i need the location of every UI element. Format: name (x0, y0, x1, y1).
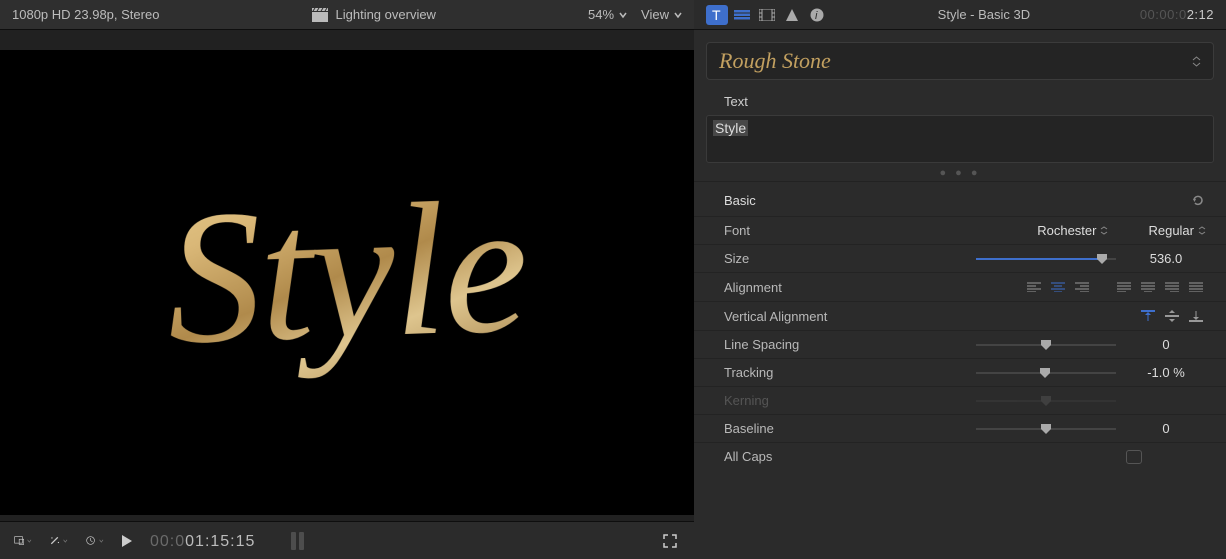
generator-tab[interactable] (731, 5, 753, 25)
valign-top-button[interactable] (1138, 308, 1158, 324)
align-right-button[interactable] (1072, 279, 1092, 295)
slider-knob-icon (1096, 254, 1108, 264)
size-value[interactable]: 536.0 (1126, 251, 1206, 266)
tracking-slider[interactable] (976, 366, 1116, 380)
clip-name-dropdown[interactable]: Lighting overview (312, 7, 436, 22)
font-row: Font Rochester Regular (694, 216, 1226, 244)
baseline-slider[interactable] (976, 422, 1116, 436)
valign-row: Vertical Alignment (694, 301, 1226, 330)
inspector-timecode: 00:00:02:12 (1140, 7, 1214, 23)
audio-meter-icon[interactable] (291, 532, 304, 550)
view-label: View (641, 7, 669, 22)
tracking-label: Tracking (724, 365, 864, 380)
align-center-button[interactable] (1048, 279, 1068, 295)
text-section-label: Text (694, 88, 1226, 113)
stepper-icon (1192, 56, 1201, 67)
font-family-value: Rochester (1037, 223, 1096, 238)
baseline-value[interactable]: 0 (1126, 421, 1206, 436)
zoom-dropdown[interactable]: 54% (588, 7, 627, 22)
text-input[interactable]: Style (706, 115, 1214, 163)
inspector-title: Style - Basic 3D (831, 7, 1137, 22)
justify-center-button[interactable] (1138, 279, 1158, 295)
allcaps-row: All Caps (694, 442, 1226, 470)
size-slider[interactable] (976, 252, 1116, 266)
timecode-display[interactable]: 00:001:15:15 (150, 531, 255, 551)
enhance-tool-dropdown[interactable] (50, 534, 68, 548)
preset-name: Rough Stone (719, 48, 831, 74)
preset-dropdown[interactable]: Rough Stone (706, 42, 1214, 80)
retime-tool-dropdown[interactable] (86, 534, 104, 548)
preview-3d-text: Style (163, 157, 530, 387)
baseline-row: Baseline 0 (694, 414, 1226, 442)
linespacing-value[interactable]: 0 (1126, 337, 1206, 352)
svg-text:T: T (712, 8, 721, 22)
info-tab[interactable]: i (806, 5, 828, 25)
kerning-label: Kerning (724, 393, 864, 408)
tracking-value[interactable]: -1.0 % (1126, 365, 1206, 380)
valign-label: Vertical Alignment (724, 309, 864, 324)
slider-knob-icon (1040, 340, 1052, 350)
crop-tool-dropdown[interactable] (14, 534, 32, 548)
viewer-toolbar: 1080p HD 23.98p, Stereo Lighting overvie… (0, 0, 694, 30)
font-label: Font (724, 223, 864, 238)
stepper-icon (1198, 226, 1206, 235)
color-tab[interactable] (781, 5, 803, 25)
linespacing-row: Line Spacing 0 (694, 330, 1226, 358)
basic-group-header[interactable]: Basic (694, 181, 1226, 216)
slider-knob-icon (1039, 368, 1051, 378)
inspector-tabs: T i Style - Basic 3D 00:00:02:12 (694, 0, 1226, 30)
valign-bottom-button[interactable] (1186, 308, 1206, 324)
viewer-bottom-toolbar: 00:001:15:15 (0, 521, 694, 559)
slider-knob-icon (1040, 396, 1052, 406)
valign-middle-button[interactable] (1162, 308, 1182, 324)
justify-right-button[interactable] (1162, 279, 1182, 295)
justify-left-button[interactable] (1114, 279, 1134, 295)
fullscreen-button[interactable] (662, 534, 680, 548)
clapperboard-icon (312, 8, 328, 22)
font-weight-dropdown[interactable]: Regular (1148, 223, 1206, 238)
size-label: Size (724, 251, 864, 266)
size-row: Size 536.0 (694, 244, 1226, 272)
linespacing-slider[interactable] (976, 338, 1116, 352)
video-tab[interactable] (756, 5, 778, 25)
kerning-row: Kerning (694, 386, 1226, 414)
viewer-canvas[interactable]: Style (0, 50, 694, 515)
tracking-row: Tracking -1.0 % (694, 358, 1226, 386)
reset-button[interactable] (1190, 192, 1206, 208)
timecode-dim: 00:0 (150, 533, 185, 550)
chevron-down-icon (619, 11, 627, 19)
allcaps-label: All Caps (724, 449, 864, 464)
alignment-label: Alignment (724, 280, 864, 295)
justify-full-button[interactable] (1186, 279, 1206, 295)
baseline-label: Baseline (724, 421, 864, 436)
timecode-main: 01:15:15 (185, 533, 255, 550)
chevron-down-icon (674, 11, 682, 19)
inspector-panel: T i Style - Basic 3D 00:00:02:12 Rough S… (694, 0, 1226, 559)
align-left-button[interactable] (1024, 279, 1044, 295)
font-family-dropdown[interactable]: Rochester (1037, 223, 1108, 238)
drag-handle-icon[interactable]: ● ● ● (694, 163, 1226, 181)
allcaps-checkbox[interactable] (1126, 450, 1142, 464)
alignment-row: Alignment (694, 272, 1226, 301)
basic-label: Basic (724, 193, 756, 208)
font-weight-value: Regular (1148, 223, 1194, 238)
text-tab[interactable]: T (706, 5, 728, 25)
slider-knob-icon (1040, 424, 1052, 434)
kerning-slider (976, 394, 1116, 408)
zoom-value: 54% (588, 7, 614, 22)
linespacing-label: Line Spacing (724, 337, 864, 352)
stepper-icon (1100, 226, 1108, 235)
clip-name: Lighting overview (336, 7, 436, 22)
view-dropdown[interactable]: View (641, 7, 682, 22)
viewer-panel: 1080p HD 23.98p, Stereo Lighting overvie… (0, 0, 694, 559)
format-label: 1080p HD 23.98p, Stereo (12, 7, 159, 22)
text-value: Style (713, 120, 748, 136)
play-button[interactable] (122, 535, 132, 547)
